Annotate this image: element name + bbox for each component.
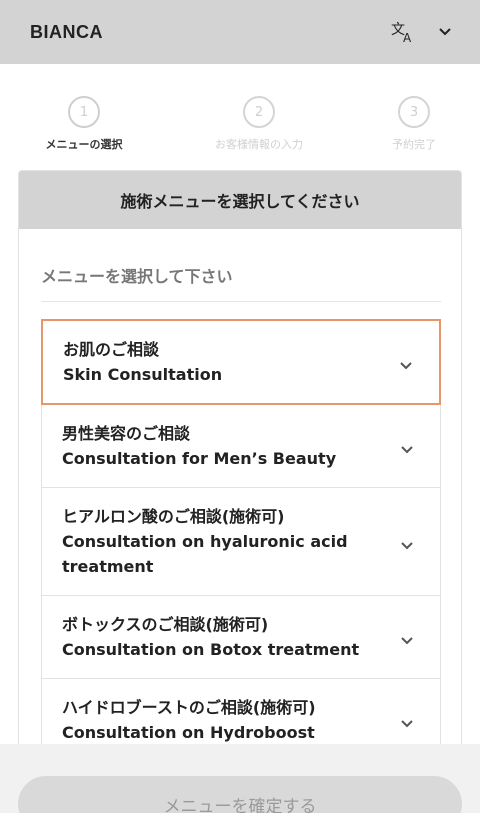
menu-panel: 施術メニューを選択してください メニューを選択して下さい お肌のご相談 Skin… <box>18 170 462 770</box>
menu-item-jp: ヒアルロン酸のご相談(施術可) <box>62 507 285 526</box>
menu-item-jp: ハイドロブーストのご相談(施術可) <box>62 698 316 717</box>
language-selector[interactable]: 文 A <box>390 20 452 44</box>
menu-list: お肌のご相談 Skin Consultation 男性美容のご相談 Consul… <box>41 319 441 762</box>
menu-item-skin-consultation[interactable]: お肌のご相談 Skin Consultation <box>41 319 441 405</box>
step-number: 1 <box>68 96 100 128</box>
progress-steps: 1 メニューの選択 2 お客様情報の入力 3 予約完了 <box>0 96 480 156</box>
step-label: 予約完了 <box>392 138 436 151</box>
chevron-down-icon <box>400 714 414 733</box>
menu-item-botox[interactable]: ボトックスのご相談(施術可) Consultation on Botox tre… <box>41 596 441 679</box>
chevron-down-icon <box>399 356 413 375</box>
step-menu-select: 1 メニューの選択 <box>24 96 144 152</box>
svg-text:A: A <box>403 31 412 44</box>
step-label: お客様情報の入力 <box>215 138 303 151</box>
step-complete: 3 予約完了 <box>354 96 474 152</box>
brand-logo[interactable]: BIANCA <box>30 22 390 43</box>
menu-item-en: Skin Consultation <box>63 365 223 384</box>
chevron-down-icon <box>400 440 414 459</box>
menu-item-en: Consultation on Hydroboost <box>62 723 315 742</box>
menu-item-jp: お肌のご相談 <box>63 340 160 359</box>
menu-item-jp: 男性美容のご相談 <box>62 424 191 443</box>
menu-item-en: Consultation on hyaluronic acid treatmen… <box>62 532 348 576</box>
menu-item-en: Consultation for Men’s Beauty <box>62 449 337 468</box>
panel-title: 施術メニューを選択してください <box>19 171 461 229</box>
menu-item-jp: ボトックスのご相談(施術可) <box>62 615 269 634</box>
step-customer-info: 2 お客様情報の入力 <box>199 96 319 152</box>
panel-subtitle: メニューを選択して下さい <box>41 263 441 302</box>
top-bar: BIANCA 文 A <box>0 0 480 64</box>
menu-item-hyaluronic-acid[interactable]: ヒアルロン酸のご相談(施術可) Consultation on hyaluron… <box>41 488 441 596</box>
step-label: メニューの選択 <box>45 138 123 151</box>
chevron-down-icon <box>400 536 414 555</box>
confirm-menu-button[interactable]: メニューを確定する <box>18 776 462 813</box>
chevron-down-icon <box>400 631 414 650</box>
menu-item-en: Consultation on Botox treatment <box>62 640 360 659</box>
step-number: 2 <box>243 96 275 128</box>
translate-icon: 文 A <box>390 20 416 44</box>
chevron-down-icon <box>438 27 452 37</box>
step-number: 3 <box>398 96 430 128</box>
menu-item-mens-beauty[interactable]: 男性美容のご相談 Consultation for Men’s Beauty <box>41 405 441 488</box>
